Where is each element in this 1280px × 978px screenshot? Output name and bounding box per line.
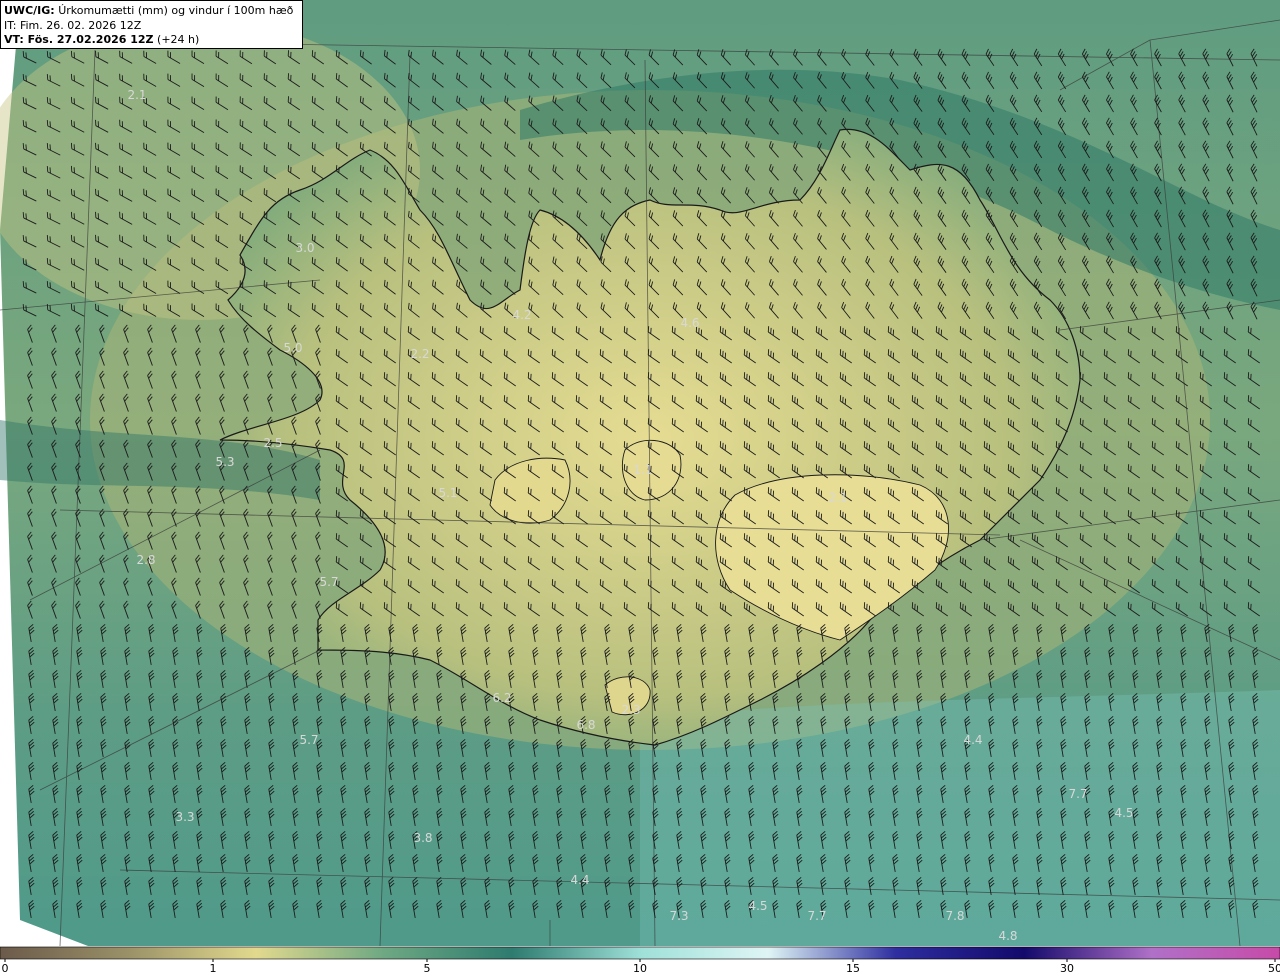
precip-value-label: 3.0 (295, 241, 315, 255)
precip-value-label: 4.4 (570, 873, 590, 887)
precip-value-label: 5.0 (283, 341, 303, 355)
init-time: IT: Fim. 26. 02. 2026 12Z (4, 18, 142, 32)
valid-time: VT: Fös. 27.02.2026 12Z (4, 33, 154, 46)
precip-value-label: 6.2 (492, 691, 512, 705)
precip-value-label: 2.2 (410, 347, 430, 361)
forecast-map-view: UWC/IG: Úrkomumætti (mm) og vindur í 100… (0, 0, 1280, 978)
precip-value-label: 3.8 (413, 831, 433, 845)
precip-value-label: 5.7 (299, 733, 319, 747)
precip-value-label: 3.3 (175, 810, 195, 824)
precip-value-label: 4.4 (963, 733, 983, 747)
precip-value-label: 2.3 (621, 703, 641, 717)
precip-value-label: 2.5 (263, 436, 283, 450)
precip-value-label: 7.7 (807, 909, 827, 923)
precip-value-label: 2.1 (127, 88, 147, 102)
precip-value-label: 4.6 (680, 316, 700, 330)
precip-value-label: 4.5 (748, 899, 768, 913)
precip-value-label: 7.3 (669, 909, 689, 923)
precip-value-label: 4.2 (512, 308, 532, 322)
precip-value-label: 1.1 (633, 463, 653, 477)
map-info-box: UWC/IG: Úrkomumætti (mm) og vindur í 100… (0, 0, 303, 49)
colorbar (0, 946, 1280, 962)
precip-value-label: 4.5 (1114, 806, 1134, 820)
colorbar-tick-label: 1 (209, 962, 217, 975)
precip-value-label: 2.1 (828, 491, 848, 505)
precip-value-label: 7.8 (945, 909, 965, 923)
lead-time: (+24 h) (157, 33, 200, 46)
colorbar-tick-label: 5 (423, 962, 431, 975)
map-title: Úrkomumætti (mm) og vindur í 100m hæð (58, 4, 294, 17)
precipitation-wind-map (0, 0, 1280, 962)
precip-value-label: 2.8 (136, 553, 156, 567)
model-name: UWC/IG: (4, 4, 55, 17)
precip-value-label: 5.7 (319, 575, 339, 589)
colorbar-tick-label: 15 (846, 962, 860, 975)
precip-value-label: 5.3 (215, 455, 235, 469)
colorbar-tick-label: 10 (633, 962, 647, 975)
colorbar-tick-label: 50 (1268, 962, 1280, 975)
precip-value-label: 7.7 (1068, 787, 1088, 801)
colorbar-tick-label: 0 (1, 962, 9, 975)
colorbar-tick-label: 30 (1060, 962, 1074, 975)
precip-value-label: 4.8 (998, 929, 1018, 943)
precip-value-label: 5.1 (438, 486, 458, 500)
precip-value-label: 6.8 (576, 718, 596, 732)
